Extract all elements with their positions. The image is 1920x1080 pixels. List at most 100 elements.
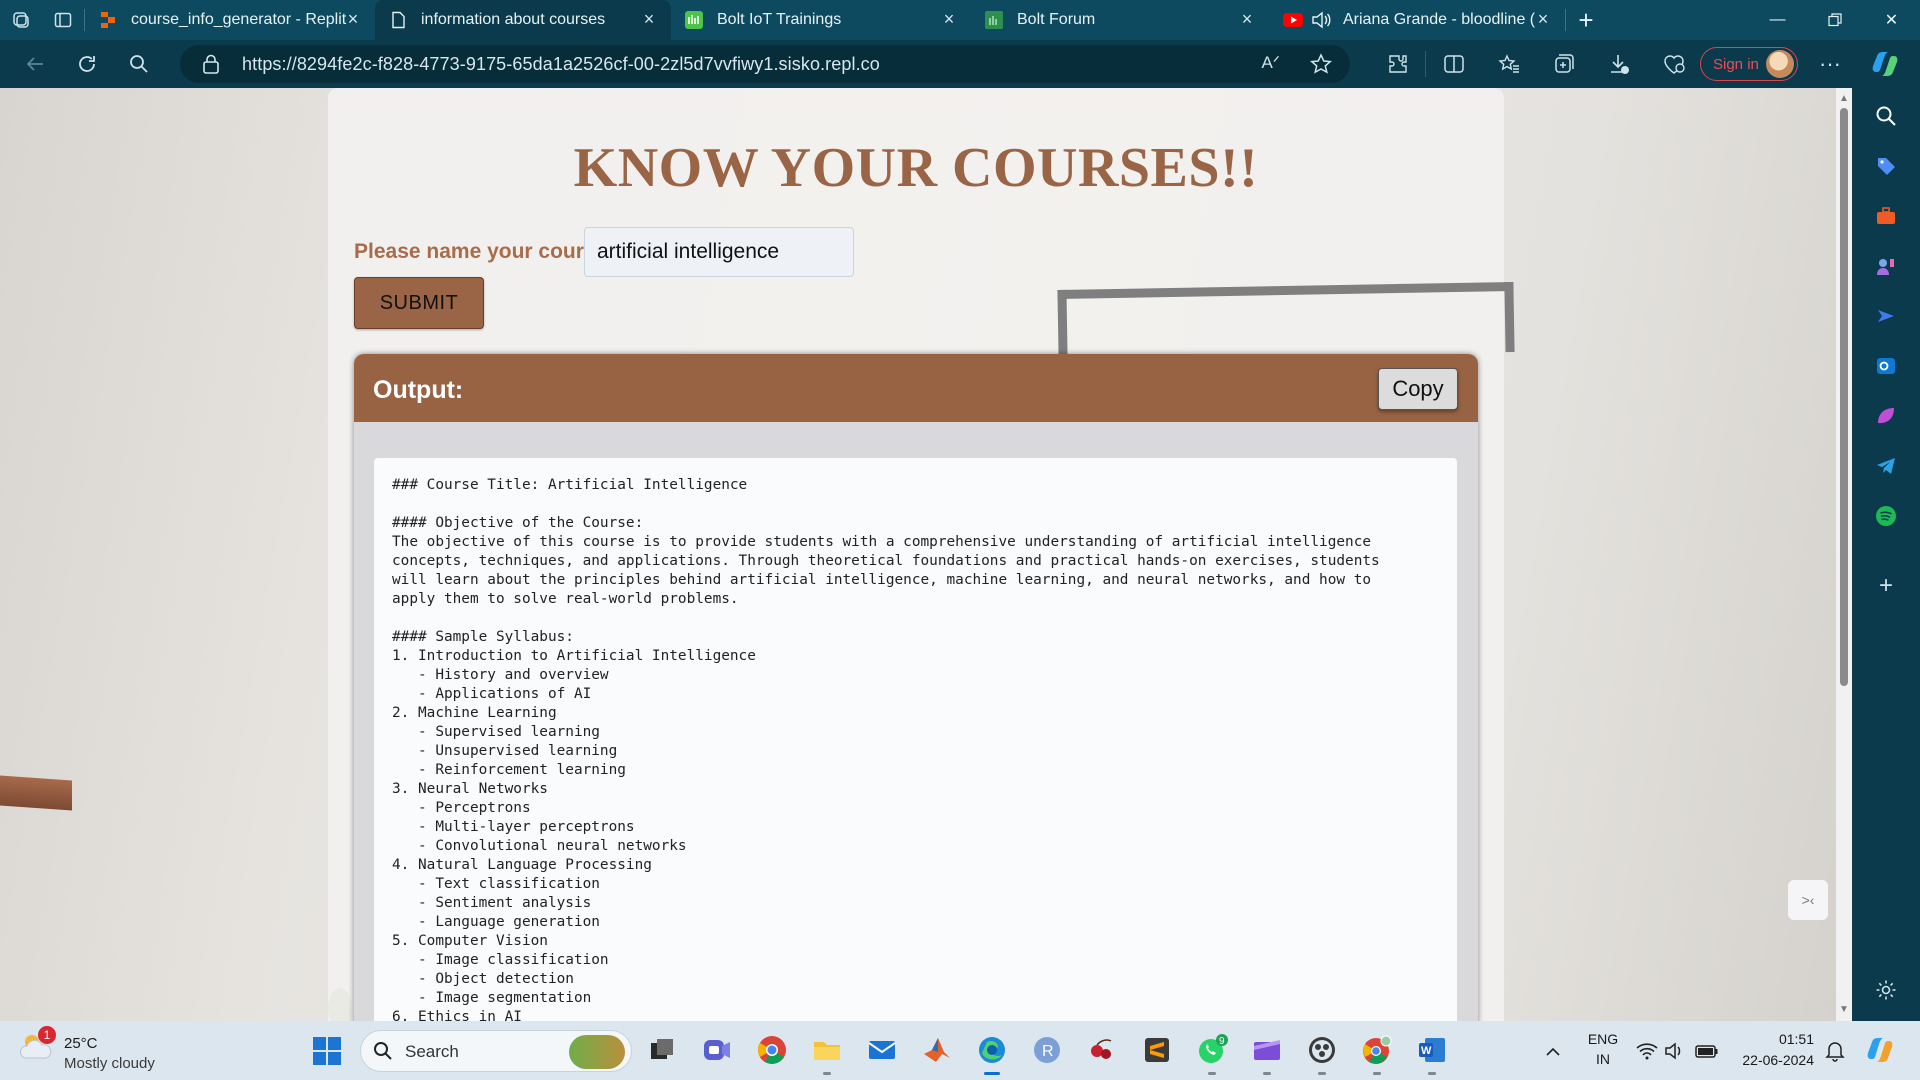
r-app-icon[interactable]: R — [1030, 1033, 1064, 1067]
task-view-icon[interactable] — [645, 1033, 679, 1067]
tab-bar: course_info_generator - Replit × informa… — [0, 0, 1920, 40]
more-options-icon[interactable]: ··· — [1810, 40, 1850, 88]
scroll-up-arrow-icon[interactable]: ▲ — [1839, 94, 1849, 104]
word-icon[interactable]: W — [1415, 1033, 1449, 1075]
submit-button[interactable]: SUBMIT — [354, 277, 484, 329]
designer-icon[interactable] — [1874, 404, 1898, 428]
settings-gear-icon[interactable] — [1874, 978, 1898, 1002]
output-card: Output: Copy ### Course Title: Artificia… — [354, 354, 1478, 1021]
restore-button[interactable] — [1806, 0, 1863, 40]
feedback-icon[interactable]: >‹ — [1788, 880, 1828, 920]
course-app-container: KNOW YOUR COURSES!! Please name your cou… — [328, 88, 1515, 1021]
matlab-icon[interactable] — [920, 1033, 954, 1067]
url-field[interactable]: https://8294fe2c-f828-4773-9175-65da1a25… — [180, 45, 1350, 83]
copilot-taskbar-icon[interactable] — [1863, 1033, 1897, 1067]
weather-cloudy-icon: 1 — [18, 1026, 56, 1064]
volume-icon[interactable] — [1658, 1034, 1692, 1068]
minimize-button[interactable]: — — [1749, 0, 1806, 40]
tab-information-about-courses[interactable]: information about courses × — [375, 0, 671, 40]
edge-icon[interactable] — [975, 1033, 1009, 1075]
close-icon[interactable]: × — [1237, 9, 1257, 29]
cherry-app-icon[interactable] — [1085, 1033, 1119, 1067]
scrollbar-thumb[interactable] — [1840, 108, 1848, 686]
battery-icon[interactable] — [1690, 1034, 1724, 1068]
read-aloud-icon[interactable]: Aᐟ — [1261, 53, 1280, 80]
close-icon[interactable]: × — [939, 9, 959, 29]
outlook-icon[interactable] — [1874, 354, 1898, 378]
lock-icon[interactable] — [202, 54, 220, 79]
downloads-icon[interactable] — [1591, 40, 1646, 88]
workspaces-icon[interactable] — [0, 0, 42, 40]
running-indicator — [984, 1072, 1000, 1075]
scroll-down-arrow-icon[interactable]: ▼ — [1839, 1005, 1849, 1015]
refresh-button[interactable] — [61, 40, 113, 88]
whatsapp-icon[interactable]: 9 — [1195, 1033, 1229, 1075]
clock-time[interactable]: 01:51 — [1720, 1031, 1814, 1047]
youtube-icon — [1283, 11, 1303, 29]
copy-button[interactable]: Copy — [1378, 368, 1458, 410]
split-screen-icon[interactable] — [1426, 40, 1481, 88]
extensions-icon[interactable] — [1370, 40, 1425, 88]
page-scrollbar[interactable]: ▲ ▼ — [1836, 88, 1852, 1021]
close-icon[interactable]: × — [343, 9, 363, 29]
obs-icon[interactable] — [1305, 1033, 1339, 1075]
notification-bell-icon[interactable] — [1818, 1034, 1852, 1068]
file-explorer-icon[interactable] — [810, 1033, 844, 1075]
close-window-button[interactable]: ✕ — [1863, 0, 1920, 40]
mail-icon[interactable] — [865, 1033, 899, 1067]
language-indicator[interactable]: ENG — [1586, 1031, 1620, 1047]
output-text: ### Course Title: Artificial Intelligenc… — [392, 477, 1380, 1021]
whatsapp-badge: 9 — [1219, 1036, 1225, 1047]
chrome-profile-icon[interactable] — [1360, 1033, 1394, 1075]
tab-bolt-forum[interactable]: Bolt Forum × — [971, 0, 1269, 40]
favorite-star-icon[interactable] — [1309, 53, 1333, 80]
show-hidden-icons-chevron-icon[interactable] — [1536, 1035, 1570, 1069]
games-icon[interactable] — [1874, 254, 1898, 278]
output-box[interactable]: ### Course Title: Artificial Intelligenc… — [374, 458, 1457, 1021]
background-frame — [1057, 282, 1515, 360]
copilot-sidebar-icon[interactable] — [1874, 304, 1898, 328]
tab-replit[interactable]: course_info_generator - Replit × — [85, 0, 375, 40]
clipchamp-icon[interactable] — [1250, 1033, 1284, 1075]
teams-meet-icon[interactable] — [700, 1033, 734, 1067]
back-button[interactable] — [9, 40, 61, 88]
add-sidebar-app-icon[interactable]: + — [1874, 572, 1898, 599]
close-icon[interactable]: × — [639, 9, 659, 29]
bolt-forum-icon — [985, 11, 1003, 29]
output-header: Output: Copy — [354, 354, 1478, 422]
favorites-icon[interactable] — [1481, 40, 1536, 88]
chrome-icon[interactable] — [755, 1033, 789, 1067]
replit-icon — [99, 11, 117, 29]
window-controls: — ✕ — [1749, 0, 1920, 40]
tools-briefcase-icon[interactable] — [1874, 204, 1898, 228]
spotify-icon[interactable] — [1874, 504, 1898, 528]
browser-essentials-icon[interactable] — [1646, 40, 1701, 88]
tab-bolt-iot-trainings[interactable]: Bolt IoT Trainings × — [671, 0, 971, 40]
speaker-icon[interactable] — [1311, 11, 1331, 29]
taskbar-search-placeholder: Search — [405, 1042, 459, 1061]
clock-date[interactable]: 22-06-2024 — [1720, 1052, 1814, 1068]
search-icon[interactable] — [113, 40, 165, 88]
weather-temp: 25°C — [64, 1035, 98, 1052]
copilot-icon[interactable] — [1870, 50, 1900, 78]
tab-ariana-grande[interactable]: Ariana Grande - bloodline ( × — [1269, 0, 1565, 40]
sign-in-button[interactable]: Sign in — [1700, 47, 1798, 81]
output-label: Output: — [373, 376, 464, 404]
telegram-icon[interactable] — [1874, 454, 1898, 478]
taskbar-search[interactable]: Search — [360, 1030, 632, 1072]
svg-text:R: R — [1042, 1043, 1054, 1060]
close-icon[interactable]: × — [1533, 9, 1553, 29]
sublime-text-icon[interactable] — [1140, 1033, 1174, 1067]
shopping-tag-icon[interactable] — [1874, 154, 1898, 178]
collections-icon[interactable] — [1536, 40, 1591, 88]
sidebar-search-icon[interactable] — [1874, 104, 1898, 128]
course-input[interactable] — [584, 227, 854, 277]
weather-widget[interactable]: 1 25°C Mostly cloudy — [18, 1026, 155, 1072]
windows-start-icon[interactable] — [312, 1036, 342, 1066]
windows-taskbar: 1 25°C Mostly cloudy Search R 9 W ENG IN… — [0, 1021, 1920, 1080]
language-region: IN — [1596, 1051, 1610, 1067]
new-tab-button[interactable]: + — [1566, 0, 1606, 40]
tab-title: course_info_generator - Replit — [131, 11, 347, 28]
running-indicator — [823, 1072, 831, 1075]
tab-actions-icon[interactable] — [42, 0, 84, 40]
